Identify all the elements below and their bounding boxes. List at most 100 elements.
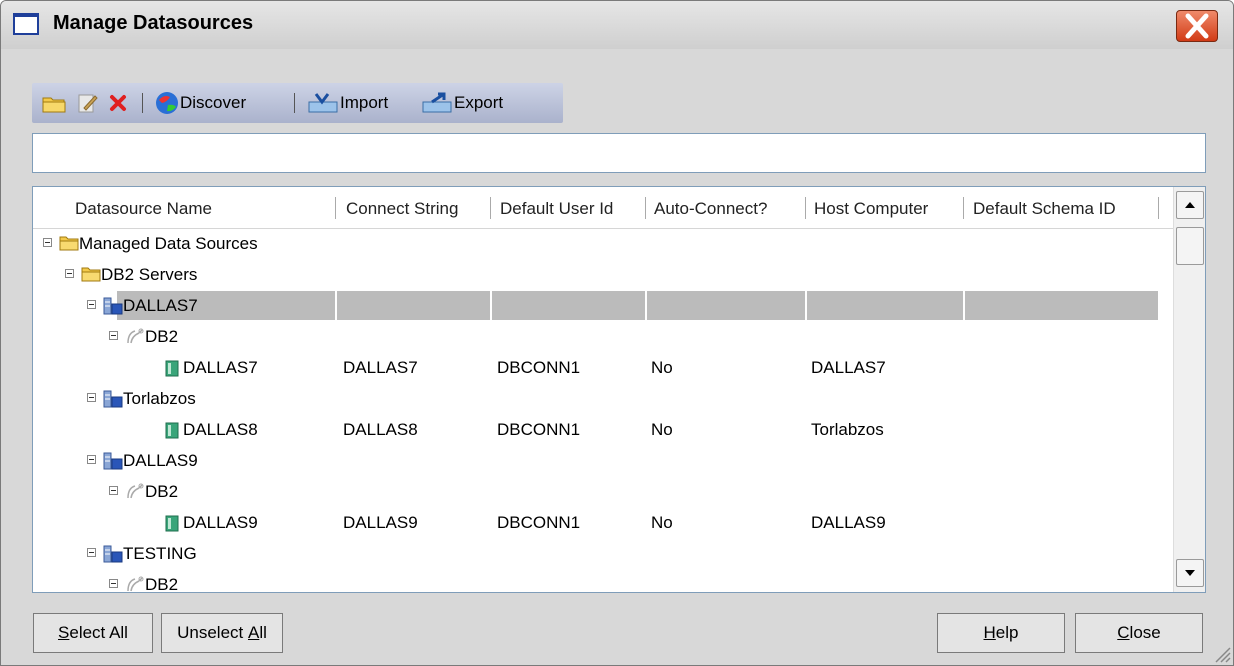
tree-row[interactable]: DALLAS7 [33, 290, 1163, 321]
folder-new-icon [42, 97, 66, 113]
column-divider[interactable] [805, 197, 806, 219]
import-label: Import [340, 93, 389, 112]
collapse-toggle-icon[interactable] [109, 486, 118, 495]
collapse-toggle-icon[interactable] [87, 548, 96, 557]
export-label: Export [454, 93, 504, 112]
collapse-toggle-icon[interactable] [87, 455, 96, 464]
tree-row[interactable]: DB2 Servers [33, 259, 1163, 290]
column-header-default-schema-id[interactable]: Default Schema ID [973, 187, 1116, 227]
select-all-button[interactable]: Select All [33, 613, 153, 653]
server-icon [103, 452, 123, 470]
connect-string-cell: DALLAS8 [343, 420, 418, 439]
datasource-name-cell: DALLAS9 [183, 513, 258, 532]
collapse-toggle-icon[interactable] [87, 393, 96, 402]
datasource-name-cell: DALLAS8 [183, 420, 258, 439]
scroll-up-button[interactable] [1176, 191, 1204, 219]
manage-datasources-window: Manage Datasources Discover Import Expor… [0, 0, 1234, 666]
help-button[interactable]: Help [937, 613, 1065, 653]
column-header-connect-string[interactable]: Connect String [346, 187, 458, 227]
window-icon [13, 13, 39, 35]
window-title: Manage Datasources [53, 12, 254, 34]
discover-globe-icon [156, 92, 178, 114]
db2-node-icon [125, 483, 144, 499]
folder-icon [59, 235, 79, 251]
server-icon [103, 390, 123, 408]
datasource-name-cell: TESTING [123, 544, 197, 563]
collapse-toggle-icon[interactable] [87, 300, 96, 309]
datasource-tree-grid[interactable]: Datasource Name Connect String Default U… [32, 186, 1206, 593]
column-header-host-computer[interactable]: Host Computer [814, 187, 928, 227]
edit-button[interactable] [76, 90, 98, 116]
toolbar: Discover Import Export [32, 83, 563, 123]
datasource-name-cell: DALLAS7 [183, 358, 258, 377]
column-divider[interactable] [490, 197, 491, 219]
select-all-mnemonic: S [58, 623, 70, 642]
collapse-toggle-icon[interactable] [109, 331, 118, 340]
tree-row[interactable]: DALLAS9 DALLAS9 DBCONN1 No DALLAS9 [33, 507, 1163, 538]
datasource-name-cell: DB2 [145, 575, 179, 593]
column-divider[interactable] [645, 197, 646, 219]
connect-string-cell: DALLAS9 [343, 513, 418, 532]
scroll-down-button[interactable] [1176, 559, 1204, 587]
scroll-thumb[interactable] [1176, 227, 1204, 265]
delete-button[interactable] [108, 90, 128, 116]
collapse-toggle-icon[interactable] [109, 579, 118, 588]
row-column-divider [963, 291, 965, 320]
database-icon [163, 421, 181, 439]
tree-row[interactable]: DB2 [33, 476, 1163, 507]
toolbar-separator [294, 93, 295, 113]
connect-string-cell: DALLAS7 [343, 358, 418, 377]
export-icon [422, 92, 452, 113]
import-icon [308, 93, 338, 113]
close-button[interactable]: Close [1075, 613, 1203, 653]
import-button[interactable]: Import [308, 90, 388, 116]
discover-button[interactable]: Discover [154, 90, 246, 116]
title-bar[interactable]: Manage Datasources [1, 1, 1233, 49]
default-user-id-cell: DBCONN1 [497, 358, 581, 377]
help-mnemonic: H [983, 623, 996, 642]
grid-header: Datasource Name Connect String Default U… [33, 187, 1163, 227]
datasource-name-cell: DB2 [145, 482, 179, 501]
column-divider[interactable] [335, 197, 336, 219]
unselect-all-button[interactable]: Unselect All [161, 613, 283, 653]
help-rest: elp [995, 623, 1019, 642]
unselect-all-rest: ll [259, 623, 267, 642]
column-header-default-user-id[interactable]: Default User Id [500, 187, 613, 227]
server-icon [103, 545, 123, 563]
datasource-name-cell: DB2 [145, 327, 179, 346]
tree-row[interactable]: DALLAS9 [33, 445, 1163, 476]
server-icon [103, 297, 123, 315]
tree-row[interactable]: Managed Data Sources [33, 228, 1163, 259]
tree-row[interactable]: Torlabzos [33, 383, 1163, 414]
host-computer-cell: Torlabzos [811, 420, 884, 439]
resize-grip-icon[interactable] [1213, 645, 1231, 663]
collapse-toggle-icon[interactable] [65, 269, 74, 278]
auto-connect-cell: No [651, 513, 673, 532]
database-icon [163, 359, 181, 377]
filter-input[interactable] [32, 133, 1206, 173]
tree-row[interactable]: DB2 [33, 321, 1163, 352]
arrow-up-icon [1185, 202, 1195, 208]
tree-row[interactable]: TESTING [33, 538, 1163, 569]
export-button[interactable]: Export [422, 90, 503, 116]
new-folder-button[interactable] [42, 90, 66, 116]
row-column-divider [490, 291, 492, 320]
column-header-auto-connect[interactable]: Auto-Connect? [654, 187, 767, 227]
tree-row[interactable]: DB2 [33, 569, 1163, 593]
column-divider[interactable] [963, 197, 964, 219]
row-column-divider [805, 291, 807, 320]
column-divider[interactable] [1158, 197, 1159, 219]
arrow-down-icon [1185, 570, 1195, 576]
database-icon [163, 514, 181, 532]
delete-icon [110, 95, 126, 111]
datasource-name-cell: DALLAS9 [123, 451, 198, 470]
folder-icon [81, 266, 101, 282]
column-header-datasource-name[interactable]: Datasource Name [75, 187, 212, 227]
tree-row[interactable]: DALLAS8 DALLAS8 DBCONN1 No Torlabzos [33, 414, 1163, 445]
window-close-button[interactable] [1176, 10, 1218, 42]
unselect-all-prefix: Unselect [177, 623, 248, 642]
collapse-toggle-icon[interactable] [43, 238, 52, 247]
default-user-id-cell: DBCONN1 [497, 420, 581, 439]
vertical-scrollbar[interactable] [1173, 187, 1205, 592]
tree-row[interactable]: DALLAS7 DALLAS7 DBCONN1 No DALLAS7 [33, 352, 1163, 383]
